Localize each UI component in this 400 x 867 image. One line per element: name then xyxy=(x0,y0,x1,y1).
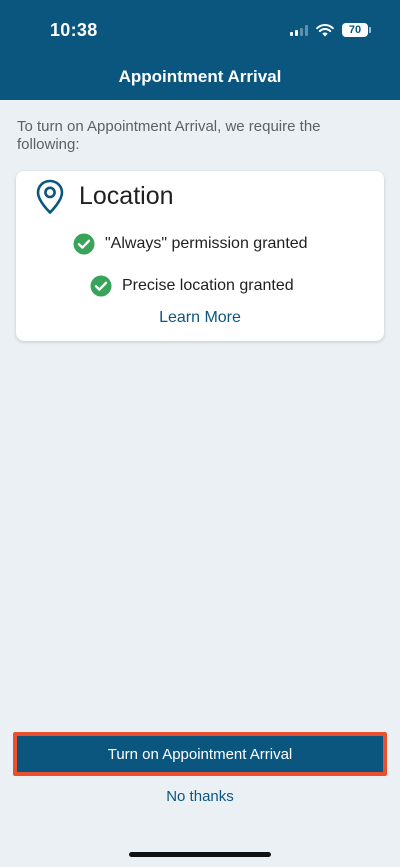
turn-on-appointment-arrival-button[interactable]: Turn on Appointment Arrival xyxy=(17,736,383,772)
page-title: Appointment Arrival xyxy=(118,67,282,86)
requirement-precise-location: Precise location granted xyxy=(90,275,294,297)
check-circle-icon xyxy=(90,275,112,297)
learn-more-link[interactable]: Learn More xyxy=(16,309,384,327)
home-indicator xyxy=(129,852,271,857)
battery-icon: 70 xyxy=(342,23,371,37)
requirement-label: "Always" permission granted xyxy=(105,235,308,252)
requirement-label: Precise location granted xyxy=(122,277,294,294)
wifi-icon xyxy=(316,24,334,37)
app-header: 10:38 70 Appointment Arrival xyxy=(0,0,400,100)
location-title: Location xyxy=(79,182,174,210)
no-thanks-button[interactable]: No thanks xyxy=(0,788,400,805)
signal-icon xyxy=(290,24,308,36)
intro-text: To turn on Appointment Arrival, we requi… xyxy=(17,118,321,153)
check-circle-icon xyxy=(73,233,95,255)
appointment-arrival-screen: 10:38 70 Appointment Arrival To turn on … xyxy=(0,0,400,867)
battery-level: 70 xyxy=(348,24,362,36)
location-card: Location "Always" permission granted Pre… xyxy=(16,171,384,341)
location-pin-icon xyxy=(36,179,64,214)
status-icons: 70 xyxy=(290,22,371,38)
status-time: 10:38 xyxy=(50,20,98,40)
requirement-always-permission: "Always" permission granted xyxy=(73,233,308,255)
